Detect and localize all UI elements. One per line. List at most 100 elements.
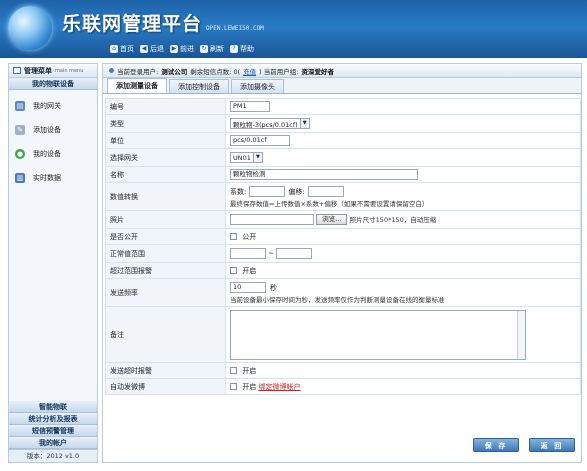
range-max-input[interactable] <box>276 248 313 259</box>
name-label: 名称 <box>105 166 226 183</box>
public-checkbox-label: 公开 <box>242 232 257 241</box>
nav-refresh[interactable]: ↻ 刷新 <box>200 44 224 54</box>
unit-cell: pcs/0.01cf <box>225 132 581 149</box>
browse-button[interactable]: 浏览... <box>316 214 348 226</box>
form-row-photo: 照片 浏览... 照片尺寸150*150，自动压缩 <box>105 210 581 229</box>
login-user: 测试公司 <box>161 67 188 76</box>
weibo-checkbox[interactable] <box>230 383 237 390</box>
alarm-checkbox[interactable] <box>230 267 237 274</box>
tab-add-camera[interactable]: 添加摄像头 <box>231 79 284 93</box>
name-input[interactable]: 颗粒物检测 <box>230 169 418 180</box>
remark-label: 备注 <box>105 306 226 363</box>
sidebar-group-devices[interactable]: 我的物联设备 <box>9 78 97 90</box>
gateway-label: 选择网关 <box>105 148 226 167</box>
unit-input[interactable]: pcs/0.01cf <box>230 135 290 146</box>
alarm-checkbox-label: 开启 <box>242 266 257 275</box>
bullet-icon <box>109 68 114 73</box>
unit-label: 单位 <box>105 132 226 149</box>
type-select[interactable]: 颗粒物-3(pcs/0.01cf) ▼ <box>230 118 310 129</box>
nav-forward-label: 前进 <box>180 45 194 53</box>
public-checkbox[interactable] <box>230 233 237 240</box>
type-cell: 颗粒物-3(pcs/0.01cf) ▼ <box>225 114 581 133</box>
textarea-scrollbar[interactable] <box>517 310 525 359</box>
sidebar-item-gateway[interactable]: ▤ 我的网关 <box>9 94 97 118</box>
range-label: 正常值范围 <box>105 244 226 263</box>
sidebar-subtitle: main menu <box>55 67 84 74</box>
user-group-label: ) 当前用户组: <box>259 67 299 76</box>
user-group: 资深爱好者 <box>301 67 334 76</box>
photo-label: 照片 <box>105 210 226 229</box>
device-form: 编号 PM1 类型 颗粒物-3(pcs/0.01cf) ▼ 单位 pcs/0.0… <box>105 98 581 395</box>
timeout-checkbox-label: 开启 <box>242 366 257 375</box>
offset-input[interactable] <box>307 186 344 197</box>
form-row-weibo: 自动发微博 开启 绑定微博帐户 <box>105 378 581 395</box>
gateway-select[interactable]: UN01 ▼ <box>230 152 263 163</box>
timeout-label: 发送超时报警 <box>105 362 226 379</box>
code-input[interactable]: PM1 <box>230 101 270 112</box>
gateway-select-value: UN01 <box>233 153 251 162</box>
sidebar-group-sms-alerts[interactable]: 短信预警管理 <box>9 425 97 437</box>
name-cell: 颗粒物检测 <box>225 166 581 183</box>
public-label: 是否公开 <box>105 228 226 245</box>
sidebar-bottom-groups: 智能物联 统计分析及报表 短信预警管理 我的帐户 版本：2012 v1.0 <box>9 401 97 462</box>
frequency-input-row: 10 秒 <box>230 281 576 294</box>
login-user-label: 当前登录用户: <box>117 67 159 76</box>
tab-add-control-device[interactable]: 添加控制设备 <box>169 79 229 93</box>
form-row-range: 正常值范围 ~ <box>105 244 581 263</box>
form-row-remark: 备注 <box>105 306 581 363</box>
nav-help-label: 帮助 <box>240 45 254 53</box>
nav-back-label: 后退 <box>150 45 164 53</box>
form-row-name: 名称 颗粒物检测 <box>105 166 581 183</box>
sms-balance-label: 剩余短信点数: 0( <box>190 67 241 76</box>
nav-home-label: 首页 <box>120 45 134 53</box>
nav-forward[interactable]: ▶ 前进 <box>170 44 194 54</box>
version-label: 版本：2012 v1.0 <box>9 449 97 462</box>
frequency-input[interactable]: 10 <box>230 282 266 293</box>
frequency-unit: 秒 <box>270 283 277 292</box>
recharge-link[interactable]: 充值 <box>243 66 256 76</box>
nav-home[interactable]: ⌂ 首页 <box>110 44 134 54</box>
timeout-checkbox[interactable] <box>230 367 237 374</box>
sidebar-item-label: 我的网关 <box>33 102 61 110</box>
frequency-label: 发送频率 <box>105 278 226 307</box>
nav-back[interactable]: ◀ 后退 <box>140 44 164 54</box>
tab-add-measure-device[interactable]: 添加测量设备 <box>107 78 167 93</box>
chevron-down-icon: ▼ <box>299 119 309 128</box>
range-min-input[interactable] <box>230 248 266 259</box>
sidebar-item-my-devices[interactable]: ● 我的设备 <box>9 142 97 166</box>
sidebar-item-add-device[interactable]: ✎ 添加设备 <box>9 118 97 142</box>
refresh-icon: ↻ <box>200 45 208 53</box>
photo-path-input[interactable] <box>230 214 314 226</box>
sidebar-item-label: 实时数据 <box>33 174 61 182</box>
form-row-timeout: 发送超时报警 开启 <box>105 362 581 379</box>
convert-inputs: 系数: 偏移: <box>230 186 576 198</box>
sidebar-group-statistics[interactable]: 统计分析及报表 <box>9 413 97 425</box>
form-row-code: 编号 PM1 <box>105 98 581 115</box>
convert-hint: 最终保存数值=上传数值×系数+偏移（如果不需要设置请保留空白） <box>230 199 429 208</box>
sidebar-item-realtime-data[interactable]: ▥ 实时数据 <box>9 166 97 190</box>
weibo-checkbox-label: 开启 <box>242 382 257 391</box>
nav-help[interactable]: ? 帮助 <box>230 44 254 54</box>
sidebar-group-account[interactable]: 我的帐户 <box>9 437 97 449</box>
convert-label: 数值转换 <box>105 182 226 211</box>
globe-logo-icon <box>8 6 52 50</box>
bind-weibo-link[interactable]: 绑定微博帐户 <box>258 383 300 391</box>
home-icon: ⌂ <box>110 45 118 53</box>
coefficient-label: 系数: <box>230 187 247 196</box>
back-icon: ◀ <box>140 45 148 53</box>
form-actions: 保 存 返 回 <box>473 438 575 452</box>
sidebar-group-smart-iot[interactable]: 智能物联 <box>9 401 97 413</box>
form-row-frequency: 发送频率 10 秒 当前设备最小保存时间为秒，发送频率仅作为判断测量设备在线的衡… <box>105 278 581 307</box>
save-button[interactable]: 保 存 <box>473 438 519 452</box>
sidebar-item-label: 我的设备 <box>33 150 61 158</box>
back-button[interactable]: 返 回 <box>529 438 575 452</box>
sidebar-header: 管理菜单 main menu <box>9 64 97 78</box>
user-info-bar: 当前登录用户: 测试公司 剩余短信点数: 0( 充值 ) 当前用户组: 资深爱好… <box>103 64 581 78</box>
chevron-down-icon: ▼ <box>252 153 262 162</box>
photo-hint: 照片尺寸150*150，自动压缩 <box>349 215 437 224</box>
offset-label: 偏移: <box>288 187 305 196</box>
remark-textarea[interactable] <box>230 309 526 360</box>
form-row-public: 是否公开 公开 <box>105 228 581 245</box>
sidebar-item-label: 添加设备 <box>33 126 61 134</box>
coefficient-input[interactable] <box>249 186 286 197</box>
